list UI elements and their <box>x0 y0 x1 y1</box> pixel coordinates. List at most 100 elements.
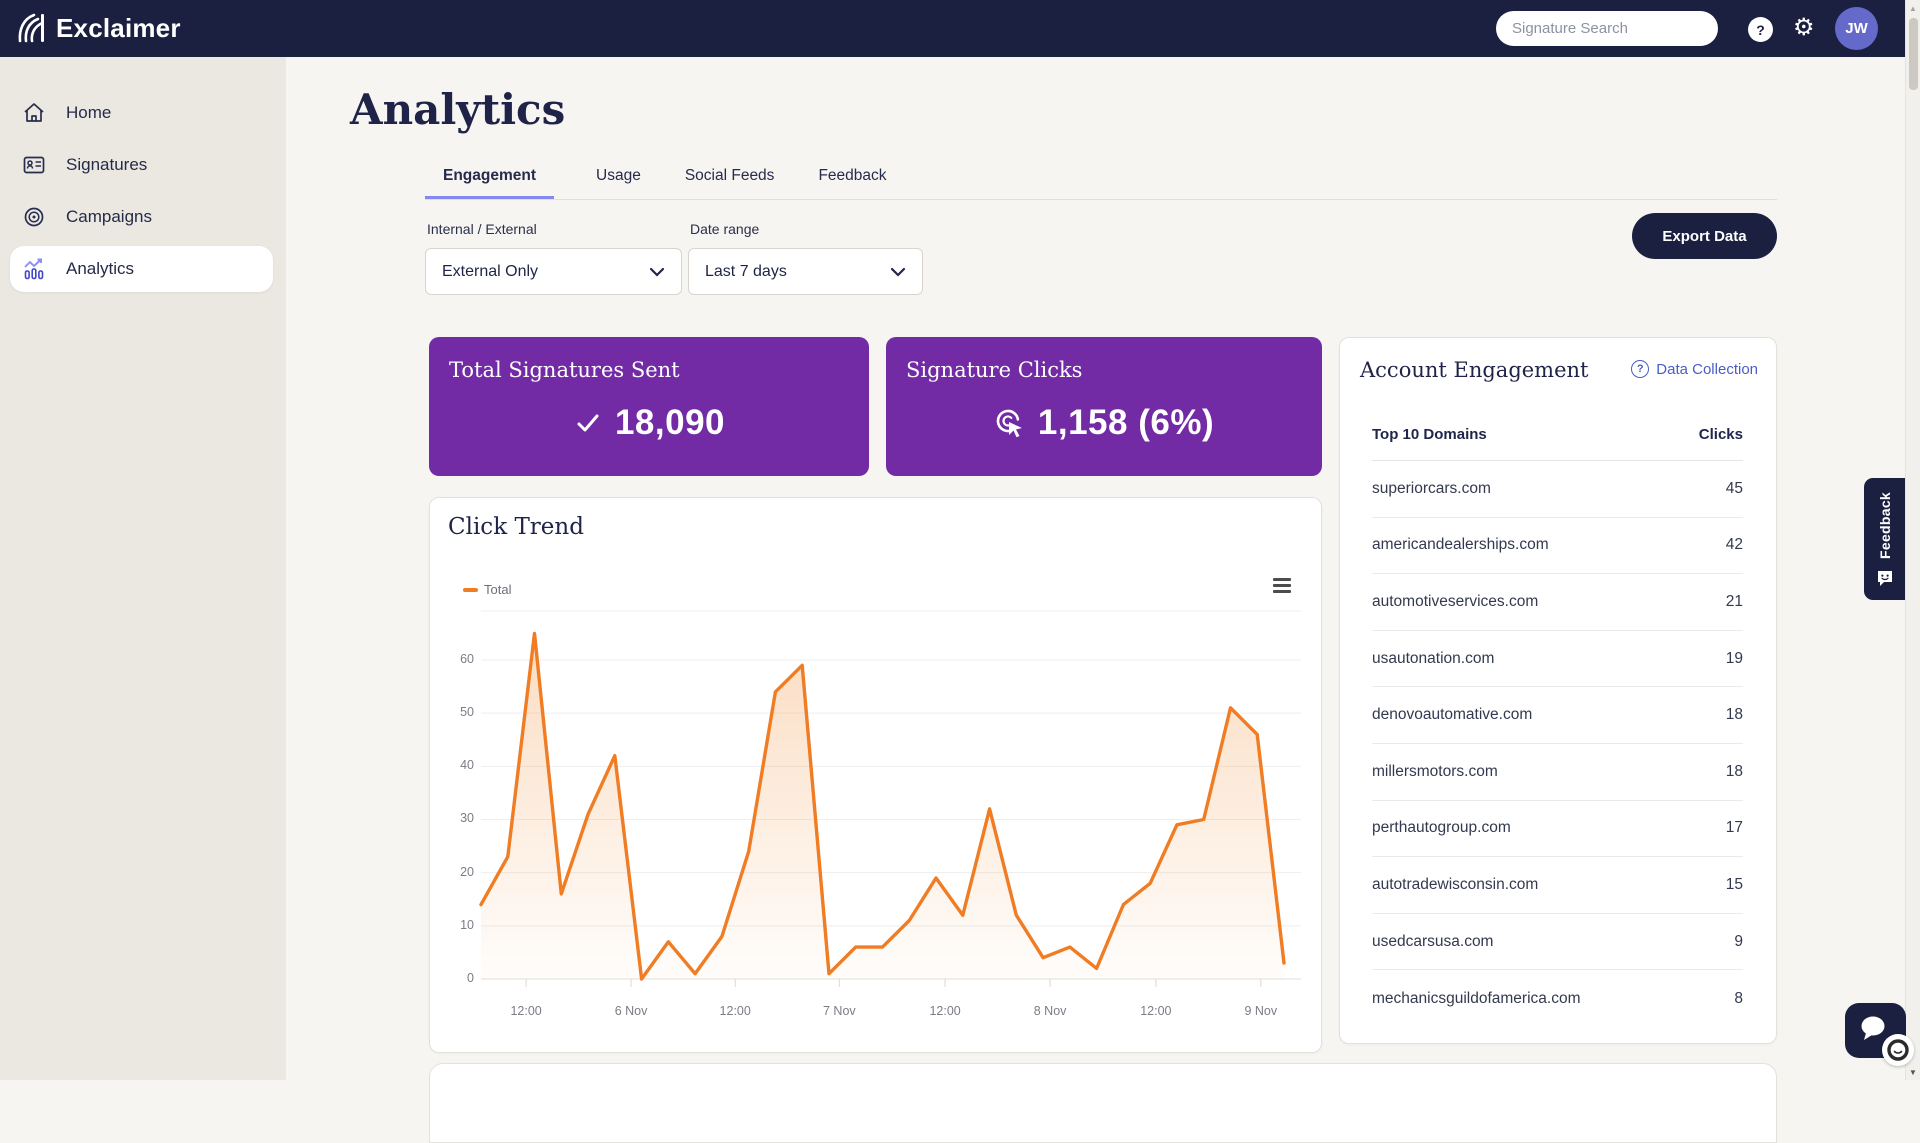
domain-cell: millersmotors.com <box>1372 763 1498 781</box>
tab-feedback[interactable]: Feedback <box>816 167 888 199</box>
column-header-domains: Top 10 Domains <box>1372 426 1487 460</box>
tab-usage[interactable]: Usage <box>594 167 643 199</box>
sidebar-item-label: Campaigns <box>66 207 152 227</box>
y-axis-label: 20 <box>430 865 474 879</box>
sidebar-item-label: Signatures <box>66 155 147 175</box>
sidebar-item-home[interactable]: Home <box>10 90 273 136</box>
domains-table-header: Top 10 Domains Clicks <box>1372 426 1743 461</box>
y-axis-label: 30 <box>430 811 474 825</box>
help-icon[interactable]: ? <box>1748 17 1773 42</box>
scrollbar: ▲ ▼ <box>1905 0 1920 1080</box>
domain-cell: americandealerships.com <box>1372 536 1549 554</box>
tab-engagement[interactable]: Engagement <box>425 167 554 199</box>
x-axis-label: 12:00 <box>491 1004 561 1018</box>
avatar[interactable]: JW <box>1835 7 1878 50</box>
search-input[interactable] <box>1512 20 1711 37</box>
x-axis-label: 7 Nov <box>804 1004 874 1018</box>
internal-external-label: Internal / External <box>427 221 537 237</box>
clicks-cell: 45 <box>1726 480 1743 498</box>
scrollbar-thumb[interactable] <box>1909 18 1918 90</box>
exclaimer-logo-icon <box>14 10 48 46</box>
scroll-down-arrow[interactable]: ▼ <box>1909 1068 1917 1077</box>
table-row: denovoautomative.com18 <box>1372 687 1743 744</box>
date-range-value: Last 7 days <box>705 263 787 281</box>
table-row: usedcarsusa.com 9 <box>1372 914 1743 971</box>
domain-cell: perthautogroup.com <box>1372 819 1511 837</box>
column-header-clicks: Clicks <box>1699 426 1743 460</box>
domain-cell: usedcarsusa.com <box>1372 933 1493 951</box>
date-range-select[interactable]: Last 7 days <box>688 248 923 295</box>
domain-cell: autotradewisconsin.com <box>1372 876 1538 894</box>
top-bar: Exclaimer ? ⚙ JW <box>0 0 1920 57</box>
data-collection-link[interactable]: ? Data Collection <box>1631 360 1758 378</box>
clicks-cell: 9 <box>1734 933 1743 951</box>
clicks-cell: 8 <box>1734 990 1743 1008</box>
gear-icon[interactable]: ⚙ <box>1793 13 1815 43</box>
stat-value: 1,158 (6%) <box>1038 403 1214 443</box>
domain-cell: superiorcars.com <box>1372 480 1491 498</box>
x-axis-label: 9 Nov <box>1226 1004 1296 1018</box>
date-range-label: Date range <box>690 221 759 237</box>
next-section-card <box>429 1063 1777 1143</box>
page-title: Analytics <box>350 85 565 134</box>
sidebar: Home Signatures Campaigns Analytics <box>0 57 286 1080</box>
sidebar-item-campaigns[interactable]: Campaigns <box>10 194 273 240</box>
x-axis-label: 12:00 <box>910 1004 980 1018</box>
brand-name: Exclaimer <box>56 13 181 44</box>
stat-title: Total Signatures Sent <box>449 358 849 382</box>
chat-widget-button[interactable] <box>1845 1003 1906 1058</box>
analytics-tabs: Engagement Usage Social Feeds Feedback <box>425 167 1777 200</box>
feedback-side-tab[interactable]: Feedback <box>1864 478 1905 600</box>
domain-cell: usautonation.com <box>1372 650 1494 668</box>
chevron-down-icon <box>890 267 906 277</box>
clicks-cell: 18 <box>1726 763 1743 781</box>
internal-external-value: External Only <box>442 263 538 281</box>
y-axis-label: 40 <box>430 758 474 772</box>
feedback-tab-label: Feedback <box>1877 492 1893 559</box>
panel-title: Account Engagement <box>1360 358 1589 382</box>
export-data-button[interactable]: Export Data <box>1632 213 1777 259</box>
stat-card-signatures-sent: Total Signatures Sent 18,090 <box>429 337 869 476</box>
chart-menu-icon[interactable] <box>1273 578 1291 596</box>
sidebar-item-label: Analytics <box>66 259 134 279</box>
question-circle-icon: ? <box>1631 360 1649 378</box>
brand-logo[interactable]: Exclaimer <box>14 10 181 46</box>
sidebar-item-label: Home <box>66 103 111 123</box>
check-icon <box>573 408 603 438</box>
x-axis-label: 12:00 <box>1121 1004 1191 1018</box>
agent-face-icon <box>1886 1038 1910 1062</box>
domain-cell: mechanicsguildofamerica.com <box>1372 990 1580 1008</box>
sidebar-item-analytics[interactable]: Analytics <box>10 246 273 292</box>
x-axis-label: 12:00 <box>700 1004 770 1018</box>
y-axis-label: 50 <box>430 705 474 719</box>
clicks-cell: 17 <box>1726 819 1743 837</box>
domain-cell: automotiveservices.com <box>1372 593 1538 611</box>
table-row: automotiveservices.com 21 <box>1372 574 1743 631</box>
y-axis-label: 0 <box>430 971 474 985</box>
tab-social-feeds[interactable]: Social Feeds <box>683 167 777 199</box>
click-icon <box>994 407 1026 439</box>
clicks-cell: 15 <box>1726 876 1743 894</box>
clicks-cell: 21 <box>1726 593 1743 611</box>
sidebar-item-signatures[interactable]: Signatures <box>10 142 273 188</box>
account-engagement-panel: Account Engagement ? Data Collection Top… <box>1339 337 1777 1044</box>
clicks-cell: 42 <box>1726 536 1743 554</box>
table-row: mechanicsguildofamerica.com 8 <box>1372 970 1743 1027</box>
chat-bubble-icon <box>1858 1015 1888 1043</box>
scroll-up-arrow[interactable]: ▲ <box>1909 4 1917 13</box>
signature-search <box>1496 11 1718 46</box>
domain-cell: denovoautomative.com <box>1372 706 1532 724</box>
chevron-down-icon <box>649 267 665 277</box>
home-icon <box>22 101 46 125</box>
stat-value: 18,090 <box>615 403 725 443</box>
table-row: americandealerships.com 42 <box>1372 518 1743 575</box>
data-collection-label: Data Collection <box>1656 361 1758 378</box>
table-row: superiorcars.com 45 <box>1372 461 1743 518</box>
x-axis-label: 8 Nov <box>1015 1004 1085 1018</box>
internal-external-select[interactable]: External Only <box>425 248 682 295</box>
signatures-icon <box>22 153 46 177</box>
x-axis-label: 6 Nov <box>596 1004 666 1018</box>
domains-table-body: superiorcars.com 45 americandealerships.co… <box>1372 461 1743 1027</box>
stat-title: Signature Clicks <box>906 358 1302 382</box>
chat-status-badge <box>1882 1034 1914 1066</box>
